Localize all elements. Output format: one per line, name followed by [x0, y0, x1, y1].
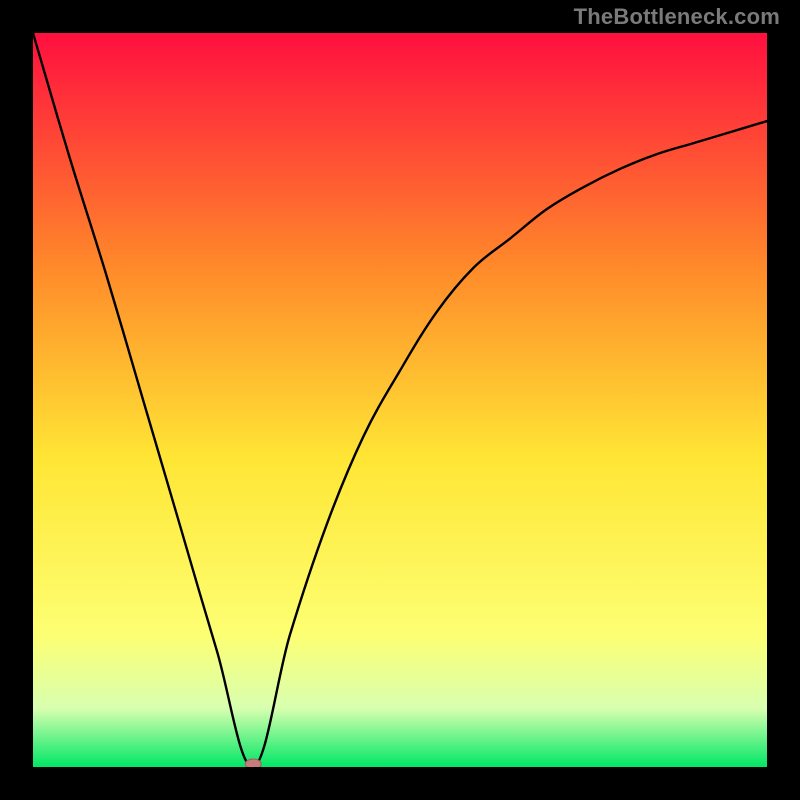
chart-frame: TheBottleneck.com [0, 0, 800, 800]
plot-area [33, 33, 767, 767]
bottleneck-chart [33, 33, 767, 767]
watermark-label: TheBottleneck.com [574, 4, 780, 30]
minimum-marker [245, 759, 261, 767]
